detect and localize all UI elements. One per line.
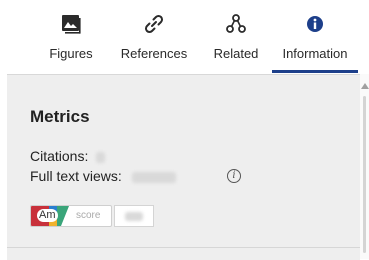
full-text-views-row: Full text views: [30, 168, 176, 184]
metrics-title: Metrics [30, 107, 90, 126]
image-icon [62, 15, 81, 34]
citations-label: Citations: [30, 148, 89, 164]
full-text-views-label: Full text views: [30, 168, 122, 184]
citations-value-redacted [96, 151, 106, 163]
altmetric-badge[interactable]: Am score [30, 205, 112, 227]
network-icon [226, 14, 246, 33]
tab-label-related: Related [213, 46, 259, 61]
info-tooltip-icon[interactable]: i [227, 169, 241, 183]
tab-related[interactable]: Related [204, 0, 268, 73]
full-text-views-value-redacted [131, 171, 176, 183]
scroll-up-arrow-icon[interactable] [361, 83, 369, 89]
tab-label-information: Information [282, 46, 348, 61]
metrics-panel: Metrics Citations: Full text views: i Am… [7, 74, 360, 260]
scrollbar[interactable] [360, 74, 369, 259]
tab-bar: Figures References Related Information [0, 0, 369, 73]
altmetric-badge-text: Am [37, 209, 58, 222]
section-divider [7, 247, 360, 248]
tab-information[interactable]: Information [272, 0, 358, 73]
active-tab-indicator [272, 70, 358, 73]
altmetric-score-label: score [76, 210, 101, 221]
tab-references[interactable]: References [112, 0, 196, 73]
tab-label-references: References [120, 46, 188, 61]
link-icon [144, 14, 164, 34]
altmetric-score-redacted [125, 212, 143, 221]
citations-row: Citations: [30, 148, 106, 164]
info-icon [307, 16, 323, 32]
scrollbar-track[interactable] [363, 96, 366, 253]
altmetric-widget[interactable]: Am score [30, 204, 154, 228]
tab-label-figures: Figures [49, 46, 93, 61]
altmetric-score-value [114, 205, 154, 227]
tab-figures[interactable]: Figures [36, 0, 106, 73]
